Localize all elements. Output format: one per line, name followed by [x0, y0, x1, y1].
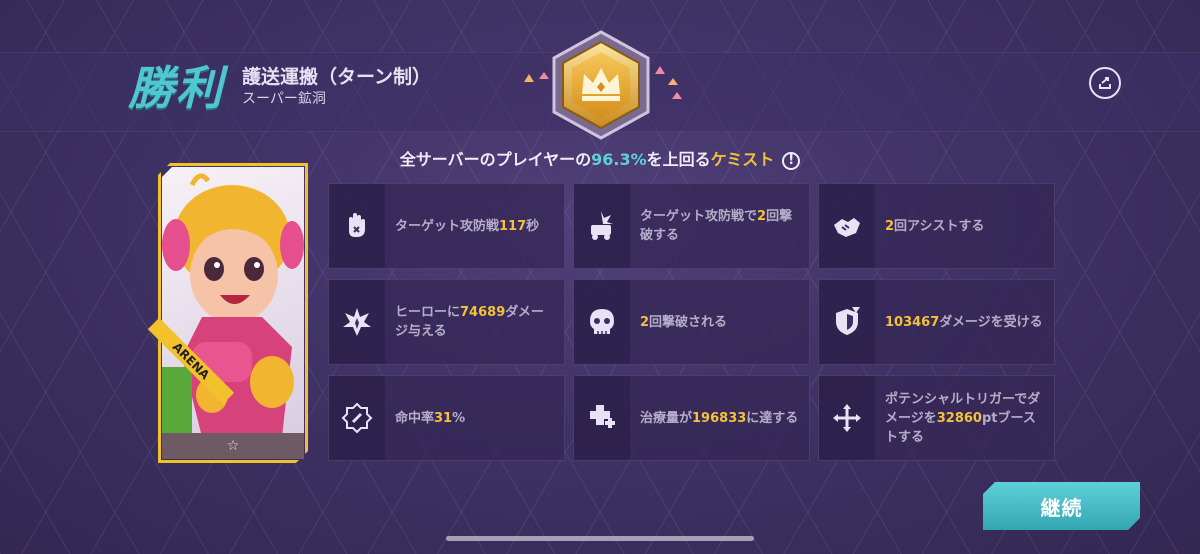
percentile-middle: を上回る [646, 150, 711, 169]
stat-cell: ターゲット攻防戦117秒 [328, 183, 565, 269]
cart-explosion-icon [574, 184, 630, 268]
stat-value: 117 [499, 218, 527, 234]
map-name-label: スーパー鉱洞 [242, 91, 326, 107]
mvp-medal [548, 30, 654, 140]
stat-value: 32860 [936, 410, 982, 426]
hero-name: ケミスト [710, 150, 775, 169]
stat-cell: 命中率31% [328, 375, 565, 461]
hand-stop-icon [329, 184, 385, 268]
stat-text-prefix: ターゲット攻防戦で [640, 209, 758, 224]
stat-text: 103467ダメージを受ける [885, 280, 1046, 364]
sparkle-decoration [655, 66, 665, 74]
stat-text: 2回撃破される [640, 280, 801, 364]
heal-plus-icon [574, 376, 630, 460]
hero-star-rating: ☆ [162, 433, 304, 459]
stats-grid: ターゲット攻防戦117秒 ターゲット攻防戦で2回撃破する 2回アシストする ヒーローに… [328, 183, 1055, 461]
hero-card-frame [158, 163, 308, 463]
percentile-value: 96.3% [591, 150, 647, 169]
stat-cell: 2回撃破される [573, 279, 810, 365]
stat-value: 2 [885, 218, 895, 234]
percentile-prefix: 全サーバーのプレイヤーの [399, 150, 592, 169]
skull-icon [574, 280, 630, 364]
accuracy-badge-icon [329, 376, 385, 460]
stat-text: 命中率31% [395, 376, 556, 460]
stat-text-suffix: 秒 [526, 218, 540, 234]
share-icon [1099, 77, 1111, 89]
stat-text-suffix: 回撃破される [649, 314, 728, 330]
stat-value: 196833 [692, 410, 747, 426]
sparkle-decoration [524, 74, 534, 82]
stat-text-suffix: に達する [746, 410, 799, 426]
stat-cell: 治療量が196833に達する [573, 375, 810, 461]
crown-hexagon-icon [552, 30, 650, 140]
sparkle-decoration [539, 72, 549, 79]
stat-cell: 103467ダメージを受ける [818, 279, 1055, 365]
stat-value: 103467 [885, 314, 940, 330]
stat-text-prefix: ヒーローに [395, 305, 461, 320]
hero-card: ARENA ☆ [147, 163, 308, 463]
stat-text: ヒーローに74689ダメージ与える [395, 280, 556, 364]
shield-hit-icon [819, 280, 875, 364]
info-icon[interactable]: ! [782, 151, 801, 170]
stat-text-prefix: ターゲット攻防戦 [395, 218, 500, 234]
stat-text-suffix: ダメージを受ける [939, 314, 1043, 330]
stat-text: ポテンシャルトリガーでダメージを32860ptブーストする [885, 376, 1046, 460]
stat-text: 2回アシストする [885, 184, 1046, 268]
stat-text-suffix: 回アシストする [894, 218, 985, 234]
stat-value: 2 [757, 209, 767, 224]
sparkle-decoration [672, 92, 682, 99]
stat-value: 31 [434, 410, 453, 426]
sparkle-decoration [668, 78, 678, 85]
stat-text-prefix: 治療量が [640, 410, 693, 426]
stat-cell: 2回アシストする [818, 183, 1055, 269]
stat-value: 2 [640, 314, 650, 330]
result-title: 勝利 [128, 61, 224, 115]
move-arrows-icon [819, 376, 875, 460]
stat-text: ターゲット攻防戦で2回撃破する [640, 184, 801, 268]
stat-text-prefix: 命中率 [395, 410, 435, 426]
share-button[interactable] [1089, 67, 1121, 99]
home-indicator[interactable] [446, 536, 754, 541]
damage-burst-icon [329, 280, 385, 364]
stat-cell: ターゲット攻防戦で2回撃破する [573, 183, 810, 269]
stat-value: 74689 [460, 305, 506, 320]
stat-text-suffix: % [452, 410, 466, 426]
stat-cell: ポテンシャルトリガーでダメージを32860ptブーストする [818, 375, 1055, 461]
stat-cell: ヒーローに74689ダメージ与える [328, 279, 565, 365]
continue-button[interactable]: 継続 [983, 482, 1140, 530]
game-mode-label: 護送運搬（ターン制） [242, 66, 432, 88]
handshake-icon [819, 184, 875, 268]
stat-text: 治療量が196833に達する [640, 376, 801, 460]
stat-text: ターゲット攻防戦117秒 [395, 184, 556, 268]
